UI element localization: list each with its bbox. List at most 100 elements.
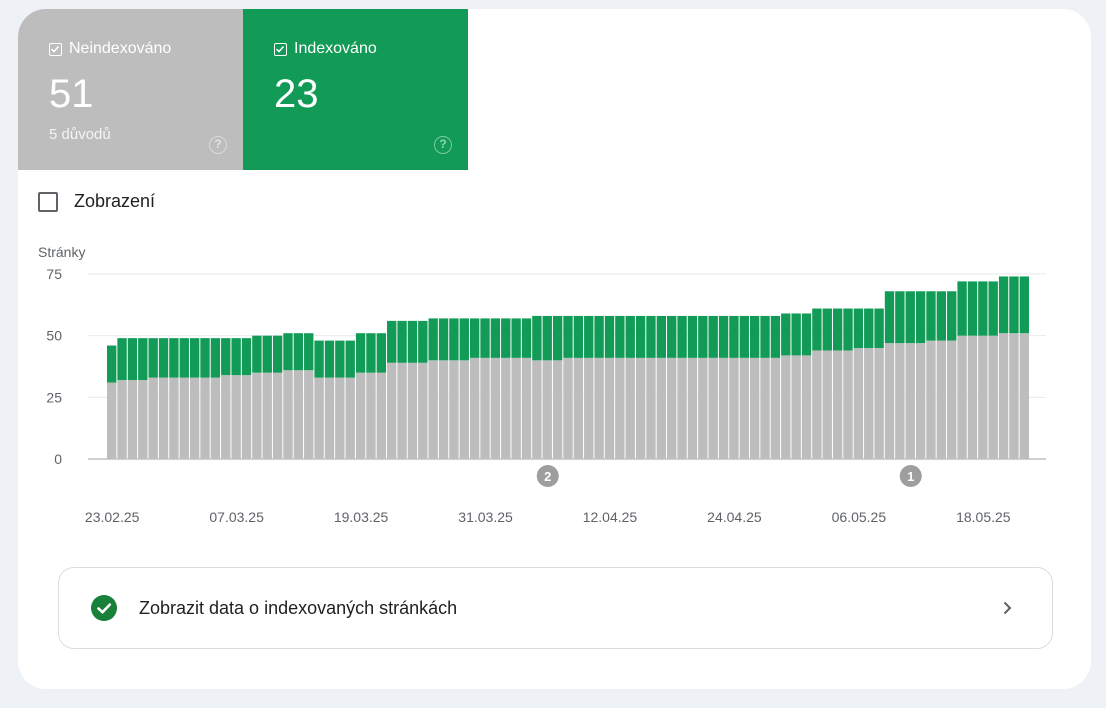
bar-not-indexed	[791, 355, 801, 459]
bar-not-indexed	[148, 377, 158, 459]
bar-indexed	[967, 281, 978, 336]
bar-indexed	[812, 308, 822, 351]
bar-indexed	[490, 318, 501, 358]
bar-not-indexed	[138, 380, 148, 459]
bar-not-indexed	[739, 357, 749, 459]
bar-not-indexed	[418, 362, 428, 459]
impressions-toggle[interactable]: Zobrazení	[38, 191, 155, 212]
bar-not-indexed	[542, 360, 552, 459]
bar-not-indexed	[988, 335, 998, 459]
bar-not-indexed	[656, 357, 667, 459]
index-coverage-card: Neindexováno 51 5 důvodů ? Indexováno 23…	[18, 9, 1091, 689]
bar-indexed	[449, 318, 459, 361]
bar-indexed	[324, 340, 335, 378]
view-indexed-pages-label: Zobrazit data o indexovaných stránkách	[139, 597, 458, 618]
bar-indexed	[563, 315, 573, 358]
bar-indexed	[314, 340, 324, 378]
bar-not-indexed	[915, 343, 926, 459]
bar-not-indexed	[978, 335, 988, 459]
bar-indexed	[905, 291, 915, 344]
bar-not-indexed	[781, 355, 791, 459]
checkbox-checked-icon[interactable]	[49, 42, 62, 56]
view-indexed-pages-link[interactable]: Zobrazit data o indexovaných stránkách	[58, 567, 1053, 649]
bar-indexed	[552, 315, 563, 361]
bar-indexed	[387, 320, 397, 363]
bar-indexed	[521, 318, 532, 358]
bar-indexed	[117, 338, 127, 381]
bar-not-indexed	[438, 360, 449, 459]
bar-not-indexed	[957, 335, 967, 459]
bar-indexed	[874, 308, 884, 348]
help-icon[interactable]: ?	[434, 136, 452, 154]
bar-not-indexed	[832, 350, 843, 459]
bar-indexed	[241, 338, 252, 376]
bar-indexed	[335, 340, 345, 378]
bar-indexed	[148, 338, 158, 378]
bar-not-indexed	[812, 350, 822, 459]
bar-indexed	[625, 315, 635, 358]
bar-not-indexed	[760, 357, 770, 459]
help-icon[interactable]: ?	[209, 136, 227, 154]
bar-indexed	[853, 308, 864, 348]
bar-not-indexed	[376, 372, 387, 459]
bar-not-indexed	[283, 370, 293, 459]
bar-not-indexed	[625, 357, 635, 459]
bar-indexed	[884, 291, 895, 344]
bar-not-indexed	[179, 377, 189, 459]
bar-indexed	[1019, 276, 1029, 334]
bar-not-indexed	[615, 357, 625, 459]
checkbox-unchecked-icon[interactable]	[38, 191, 58, 212]
bar-not-indexed	[584, 357, 594, 459]
bar-indexed	[584, 315, 594, 358]
bar-indexed	[138, 338, 148, 381]
bar-indexed	[957, 281, 967, 336]
bar-indexed	[293, 333, 304, 371]
bar-indexed	[542, 315, 552, 361]
chevron-right-icon[interactable]	[998, 599, 1016, 617]
bar-indexed	[169, 338, 179, 378]
bar-not-indexed	[698, 357, 708, 459]
event-marker-label: 1	[907, 469, 914, 484]
bar-not-indexed	[490, 357, 501, 459]
bar-indexed	[729, 315, 739, 358]
x-tick-label: 24.04.25	[707, 509, 762, 525]
bar-indexed	[262, 335, 272, 373]
bar-not-indexed	[594, 357, 604, 459]
bar-indexed	[936, 291, 947, 341]
bar-not-indexed	[345, 377, 355, 459]
bar-not-indexed	[469, 357, 480, 459]
bar-indexed	[459, 318, 469, 361]
bar-not-indexed	[864, 348, 874, 459]
bar-not-indexed	[646, 357, 656, 459]
check-circle-icon	[91, 595, 117, 621]
bar-not-indexed	[718, 357, 729, 459]
bar-not-indexed	[967, 335, 978, 459]
x-tick-label: 23.02.25	[85, 509, 140, 525]
bar-indexed	[947, 291, 957, 341]
bar-not-indexed	[252, 372, 262, 459]
bar-indexed	[926, 291, 936, 341]
bar-indexed	[770, 315, 781, 358]
bar-not-indexed	[262, 372, 272, 459]
y-tick-label: 25	[46, 389, 62, 405]
bar-not-indexed	[729, 357, 739, 459]
y-tick-label: 75	[46, 266, 62, 282]
bar-not-indexed	[947, 340, 957, 459]
bar-indexed	[895, 291, 905, 344]
bar-indexed	[656, 315, 667, 358]
bar-indexed	[781, 313, 791, 356]
bar-indexed	[127, 338, 138, 381]
bar-not-indexed	[749, 357, 760, 459]
bar-indexed	[376, 333, 387, 373]
bar-not-indexed	[428, 360, 438, 459]
bar-indexed	[708, 315, 718, 358]
indexed-tile[interactable]: Indexováno 23 ?	[243, 9, 468, 170]
bar-indexed	[978, 281, 988, 336]
bar-indexed	[698, 315, 708, 358]
bar-not-indexed	[158, 377, 169, 459]
x-tick-label: 06.05.25	[832, 509, 887, 525]
checkbox-checked-icon[interactable]	[274, 42, 287, 56]
not-indexed-tile[interactable]: Neindexováno 51 5 důvodů ?	[18, 9, 243, 170]
not-indexed-label: Neindexováno	[69, 40, 172, 57]
bar-not-indexed	[573, 357, 584, 459]
